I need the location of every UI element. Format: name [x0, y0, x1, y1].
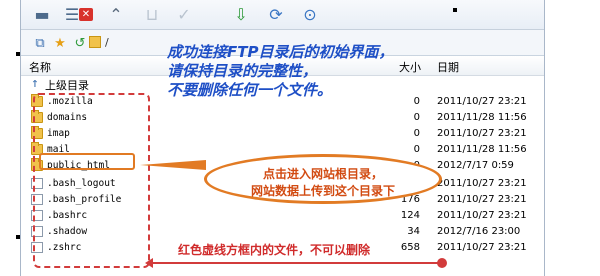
note-line: 成功连接FTP目录后的初始界面，: [167, 43, 394, 61]
edit-icon[interactable]: ✓: [173, 3, 195, 25]
name-column-header[interactable]: 名称: [29, 59, 51, 75]
ftp-client-window: ▬ ☰ ✕ ⌃ ⊔ ✓ ⇩ ⟳ ⊙ ⧉ ★ ↺ / 名称 大小 日期 ↑ 上级目…: [20, 0, 545, 276]
callout-pointer: [140, 160, 206, 170]
back-icon[interactable]: ⌃: [103, 3, 129, 25]
file-size: 658: [400, 242, 420, 253]
file-date: 2011/10/27 23:21: [437, 194, 527, 205]
folder-icon: [89, 36, 101, 48]
file-date: 2011/10/27 23:21: [437, 128, 527, 139]
file-size: 0: [413, 112, 420, 123]
toolbar: ▬ ☰ ✕ ⌃ ⊔ ✓ ⇩ ⟳ ⊙: [21, 0, 544, 30]
public-html-highlight-box: [39, 153, 135, 170]
parent-directory-label: 上级目录: [45, 79, 89, 92]
warning-arrowhead: [145, 258, 153, 268]
protected-files-dashed-box: [33, 93, 150, 268]
go-up-icon[interactable]: ↺: [71, 34, 89, 52]
resize-handle: [16, 235, 20, 239]
file-date: 2011/10/27 23:21: [437, 210, 527, 221]
size-column-header[interactable]: 大小: [399, 59, 421, 75]
network-icon[interactable]: ⧉: [31, 34, 49, 52]
up-arrow-icon: ↑: [31, 76, 39, 91]
file-date: 2011/10/27 23:21: [437, 178, 527, 189]
resize-handle: [453, 8, 457, 12]
callout-line: 点击进入网站根目录，: [262, 167, 383, 181]
file-date: 2012/7/16 23:00: [437, 226, 521, 237]
close-icon[interactable]: ✕: [79, 8, 93, 21]
top-instruction-note: 成功连接FTP目录后的初始界面， 请保持目录的完整性， 不要删除任何一个文件。: [167, 43, 393, 100]
note-line: 请保持目录的完整性，: [167, 62, 318, 80]
download-icon[interactable]: ⇩: [226, 3, 256, 25]
file-size: 124: [400, 210, 420, 221]
note-line: 不要删除任何一个文件。: [167, 81, 333, 99]
warning-arrow-line: [151, 262, 441, 264]
current-path[interactable]: /: [105, 36, 109, 49]
tool-icon[interactable]: ⊔: [141, 3, 163, 25]
file-date: 2011/11/28 11:56: [437, 144, 527, 155]
file-size: 0: [413, 128, 420, 139]
sync-icon[interactable]: ⊙: [297, 3, 323, 25]
favorite-star-icon[interactable]: ★: [51, 34, 69, 52]
callout-line: 网站数据上传到这个目录下: [250, 184, 395, 198]
file-date: 2011/10/27 23:21: [437, 96, 527, 107]
file-date: 2011/11/28 11:56: [437, 112, 527, 123]
file-date: 2012/7/17 0:59: [437, 160, 514, 171]
callout-bubble: 点击进入网站根目录， 网站数据上传到这个目录下: [204, 154, 442, 204]
file-size: 34: [407, 226, 420, 237]
file-date: 2011/10/27 23:21: [437, 242, 527, 253]
bottom-warning-note: 红色虚线方框内的文件，不可以删除: [178, 243, 371, 257]
save-icon[interactable]: ▬: [29, 3, 55, 25]
warning-arrow-dot: [437, 258, 447, 268]
refresh-icon[interactable]: ⟳: [263, 3, 289, 25]
file-size: 0: [413, 96, 420, 107]
date-column-header[interactable]: 日期: [437, 59, 459, 75]
resize-handle: [16, 52, 20, 56]
file-size: 0: [413, 144, 420, 155]
